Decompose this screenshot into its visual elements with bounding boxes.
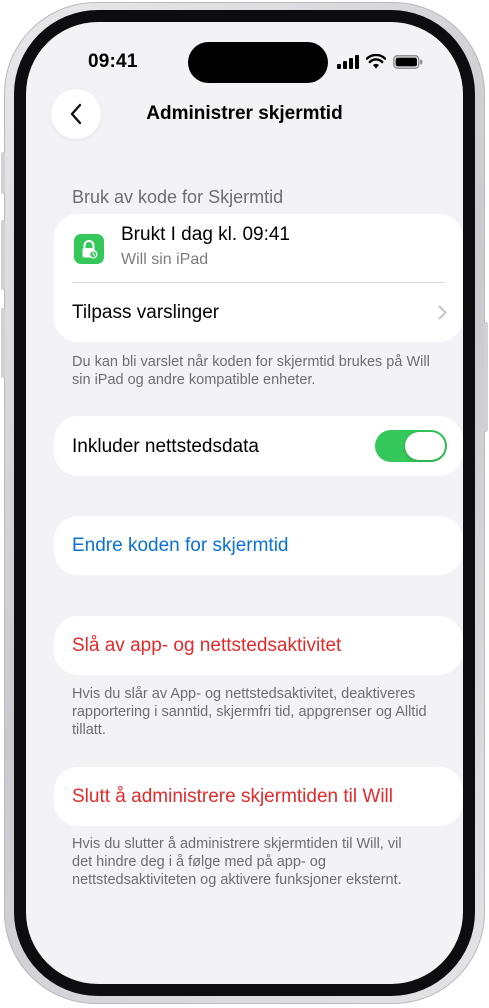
- notification-footnote: Du kan bli varslet når koden for skjermt…: [72, 354, 430, 388]
- disable-activity-button[interactable]: Slå av app- og nettstedsaktivitet: [54, 616, 463, 675]
- status-icons: [337, 54, 423, 69]
- code-used-title: Brukt I dag kl. 09:41: [121, 224, 290, 245]
- website-data-toggle[interactable]: [375, 430, 447, 462]
- page-title: Administrer skjermtid: [146, 103, 343, 124]
- code-usage-card: Brukt I dag kl. 09:41 Will sin iPad Tilp…: [54, 214, 463, 342]
- volume-up-button: [1, 220, 5, 290]
- customize-notifications-label: Tilpass varslinger: [72, 302, 220, 323]
- phone-bezel: 09:41 Administrer skjermtid Bruk av kode…: [14, 10, 475, 996]
- toggle-knob: [405, 432, 445, 460]
- customize-notifications-row[interactable]: Tilpass varslinger: [54, 283, 463, 342]
- battery-icon: [393, 54, 423, 69]
- status-time: 09:41: [88, 51, 138, 72]
- phone-frame: 09:41 Administrer skjermtid Bruk av kode…: [1, 2, 488, 1004]
- stop-managing-footnote: Hvis du slutter å administrere skjermtid…: [72, 836, 402, 888]
- code-used-row: Brukt I dag kl. 09:41 Will sin iPad: [54, 214, 463, 282]
- website-data-label: Inkluder nettstedsdata: [72, 436, 259, 457]
- wifi-icon: [366, 54, 386, 69]
- change-code-button[interactable]: Endre koden for skjermtid: [54, 516, 463, 575]
- chevron-right-icon: [438, 305, 447, 320]
- disable-activity-label: Slå av app- og nettstedsaktivitet: [72, 635, 342, 656]
- device-name: Will sin iPad: [121, 251, 209, 268]
- cellular-signal-icon: [337, 54, 359, 69]
- volume-down-button: [1, 308, 5, 378]
- stop-managing-label: Slutt å administrere skjermtiden til Wil…: [72, 786, 393, 807]
- disable-activity-footnote: Hvis du slår av App- og nettstedsaktivit…: [72, 686, 427, 738]
- power-button: [484, 322, 488, 432]
- change-code-label: Endre koden for skjermtid: [72, 535, 289, 556]
- screen: 09:41 Administrer skjermtid Bruk av kode…: [26, 22, 463, 984]
- website-data-row: Inkluder nettstedsdata: [54, 416, 463, 476]
- dynamic-island: [188, 42, 328, 83]
- stop-managing-button[interactable]: Slutt å administrere skjermtiden til Wil…: [54, 767, 463, 826]
- action-button: [1, 152, 5, 194]
- section-header-code-usage: Bruk av kode for Skjermtid: [72, 187, 284, 207]
- lock-icon: [74, 234, 104, 264]
